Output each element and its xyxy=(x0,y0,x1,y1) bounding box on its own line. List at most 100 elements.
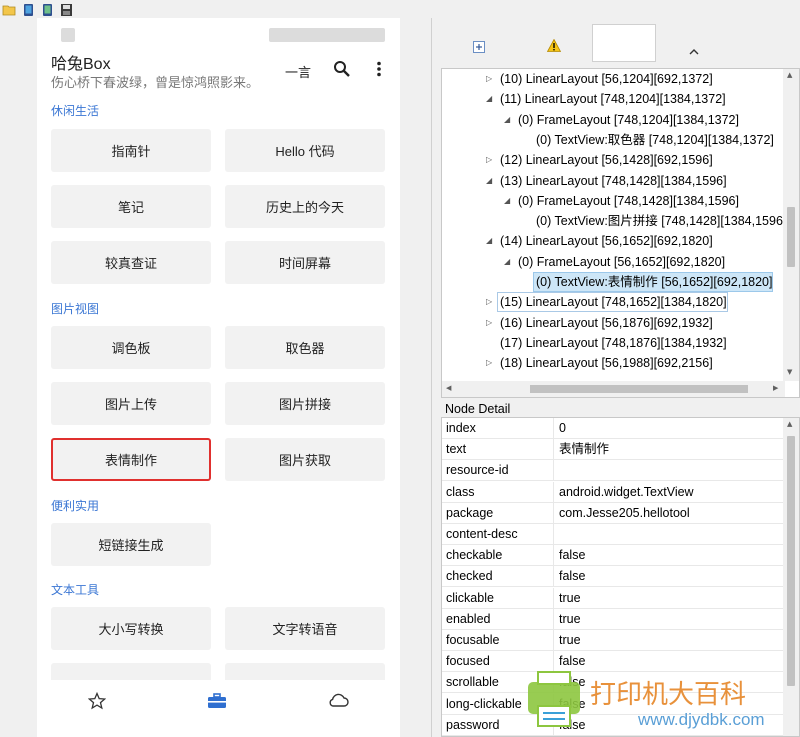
watermark-title: 打印机大百科 xyxy=(590,680,747,710)
detail-value[interactable]: android.widget.TextView xyxy=(559,482,694,503)
tree-node[interactable]: (16) LinearLayout [56,1876][692,1932] xyxy=(500,313,713,333)
save-icon[interactable] xyxy=(59,2,74,16)
device-screenshot-icon[interactable] xyxy=(21,2,36,16)
tree-node[interactable]: (10) LinearLayout [56,1204][692,1372] xyxy=(500,69,713,89)
scroll-down-arrow-icon[interactable]: ▼ xyxy=(787,368,792,376)
tree-vertical-scrollbar[interactable]: ▲ ▼ xyxy=(783,69,799,381)
tile-notes[interactable]: 笔记 xyxy=(51,185,211,228)
tree-node[interactable]: (0) FrameLayout [56,1652][692,1820] xyxy=(518,252,725,272)
tree-node[interactable]: (14) LinearLayout [56,1652][692,1820] xyxy=(500,231,713,251)
tree-node[interactable]: (15) LinearLayout [748,1652][1384,1820] xyxy=(497,292,728,313)
detail-row[interactable]: resource-id xyxy=(442,460,785,482)
tree-collapse-icon[interactable]: ◢ xyxy=(486,231,496,251)
ui-hierarchy-tree[interactable]: ▷ (10) LinearLayout [56,1204][692,1372] ◢(… xyxy=(441,68,800,398)
tree-horizontal-scrollbar[interactable]: ◀ ▶ xyxy=(442,381,785,397)
detail-row[interactable]: class android.widget.TextView xyxy=(442,481,785,503)
tile-fact-check[interactable]: 较真查证 xyxy=(51,241,211,284)
detail-value[interactable]: false xyxy=(559,545,585,566)
search-icon[interactable] xyxy=(333,60,351,82)
detail-scroll-thumb[interactable] xyxy=(787,436,795,686)
filter-box[interactable] xyxy=(592,24,656,62)
section-label-image: 图片视图 xyxy=(51,302,100,316)
tree-collapse-icon[interactable]: ◢ xyxy=(504,110,514,130)
tree-hscroll-thumb[interactable] xyxy=(530,385,748,393)
detail-key: content-desc xyxy=(446,527,518,541)
tree-collapse-icon[interactable]: ◢ xyxy=(486,89,496,109)
device-compressed-screenshot-icon[interactable] xyxy=(40,2,55,16)
detail-value[interactable]: false xyxy=(559,566,585,587)
tile-emoji-maker[interactable]: 表情制作 xyxy=(51,438,211,481)
tile-palette[interactable]: 调色板 xyxy=(51,326,211,369)
detail-value[interactable]: 0 xyxy=(559,418,566,439)
detail-key: checked xyxy=(446,569,493,584)
tile-case-convert[interactable]: 大小写转换 xyxy=(51,607,211,650)
column-divider xyxy=(553,481,554,503)
tree-node[interactable]: (12) LinearLayout [56,1428][692,1596] xyxy=(500,150,713,170)
tile-image-fetch[interactable]: 图片获取 xyxy=(225,438,385,481)
detail-value[interactable]: true xyxy=(559,588,581,609)
tree-node[interactable]: (0) TextView:表情制作 [56,1652][692,1820] xyxy=(533,272,774,292)
detail-key: focusable xyxy=(446,633,500,647)
yiyan-button[interactable]: 一言 xyxy=(285,62,311,81)
scroll-right-arrow-icon[interactable]: ▶ xyxy=(773,384,778,392)
cloud-icon[interactable] xyxy=(327,692,349,712)
tile-short-link[interactable]: 短链接生成 xyxy=(51,523,211,566)
detail-value[interactable]: com.Jesse205.hellotool xyxy=(559,503,690,524)
tree-expand-icon[interactable]: ▷ xyxy=(486,292,496,312)
tree-scroll-thumb[interactable] xyxy=(787,207,795,267)
star-icon[interactable] xyxy=(87,691,107,714)
open-folder-icon[interactable] xyxy=(2,2,17,16)
tree-collapse-icon[interactable]: ◢ xyxy=(504,252,514,272)
detail-row[interactable]: content-desc xyxy=(442,524,785,545)
scroll-left-arrow-icon[interactable]: ◀ xyxy=(446,384,451,392)
detail-key: checkable xyxy=(446,548,503,563)
device-screen-pane: 哈兔Box 伤心桥下春波绿，曾是惊鸿照影来。 一言 休闲生活 指南针 Hello… xyxy=(0,18,432,737)
detail-row[interactable]: text 表情制作 xyxy=(442,439,785,461)
tree-node[interactable]: (0) FrameLayout [748,1204][1384,1372] xyxy=(518,110,739,130)
tree-node[interactable]: (17) LinearLayout [748,1876][1384,1932] xyxy=(500,333,727,353)
warning-icon[interactable] xyxy=(546,37,562,56)
tile-text-to-speech[interactable]: 文字转语音 xyxy=(225,607,385,650)
detail-value[interactable]: true xyxy=(559,609,581,630)
tree-node[interactable]: (0) FrameLayout [748,1428][1384,1596] xyxy=(518,191,739,211)
tree-expand-icon[interactable]: ▷ xyxy=(486,69,496,89)
detail-row[interactable]: package com.Jesse205.hellotool xyxy=(442,502,785,524)
tree-expand-icon[interactable]: ▷ xyxy=(486,313,496,333)
detail-row[interactable]: clickable true xyxy=(442,587,785,609)
detail-value[interactable]: 表情制作 xyxy=(559,439,609,460)
detail-row[interactable]: checked false xyxy=(442,566,785,588)
tile-time-screen[interactable]: 时间屏幕 xyxy=(225,241,385,284)
tree-node[interactable]: (0) TextView:图片拼接 [748,1428][1384,1596] xyxy=(536,211,786,231)
scroll-up-arrow-icon[interactable]: ▲ xyxy=(787,71,792,79)
detail-row[interactable]: index 0 xyxy=(442,418,785,439)
tile-compass[interactable]: 指南针 xyxy=(51,129,211,172)
main-toolbar xyxy=(0,0,800,18)
chevron-up-icon[interactable] xyxy=(689,40,699,59)
tree-collapse-icon[interactable]: ◢ xyxy=(486,171,496,191)
tile-today-in-history[interactable]: 历史上的今天 xyxy=(225,185,385,228)
column-divider xyxy=(553,460,554,482)
tile-image-stitch[interactable]: 图片拼接 xyxy=(225,382,385,425)
toolbox-icon[interactable] xyxy=(207,692,227,714)
tree-node[interactable]: (0) TextView:取色器 [748,1204][1384,1372] xyxy=(536,130,774,150)
tree-node[interactable]: (11) LinearLayout [748,1204][1384,1372] xyxy=(500,89,726,109)
tree-node[interactable]: (18) LinearLayout [56,1988][692,2156] xyxy=(500,353,713,373)
phone-screen[interactable]: 哈兔Box 伤心桥下春波绿，曾是惊鸿照影来。 一言 休闲生活 指南针 Hello… xyxy=(37,18,400,737)
more-vert-icon[interactable] xyxy=(376,61,382,81)
column-divider xyxy=(553,439,554,461)
detail-row[interactable]: focusable true xyxy=(442,630,785,651)
column-divider xyxy=(553,545,554,567)
detail-value[interactable]: true xyxy=(559,630,581,651)
expand-all-icon[interactable] xyxy=(473,38,485,57)
tree-node[interactable]: (13) LinearLayout [748,1428][1384,1596] xyxy=(500,171,727,191)
tree-expand-icon[interactable]: ▷ xyxy=(486,353,496,373)
tree-collapse-icon[interactable]: ◢ xyxy=(504,191,514,211)
detail-row[interactable]: checkable false xyxy=(442,545,785,567)
tile-color-picker[interactable]: 取色器 xyxy=(225,326,385,369)
tile-image-upload[interactable]: 图片上传 xyxy=(51,382,211,425)
tile-hello-code[interactable]: Hello 代码 xyxy=(225,129,385,172)
scroll-up-arrow-icon[interactable]: ▲ xyxy=(787,420,792,428)
tree-expand-icon[interactable]: ▷ xyxy=(486,150,496,170)
column-divider xyxy=(553,502,554,524)
detail-row[interactable]: enabled true xyxy=(442,608,785,630)
